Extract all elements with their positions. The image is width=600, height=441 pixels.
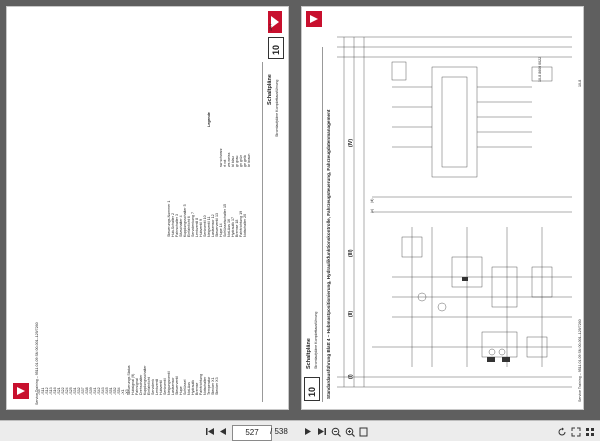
previous-page-icon[interactable] bbox=[218, 426, 228, 437]
chapter-subtitle: Stromlaufpläne Komplettausführung bbox=[314, 311, 318, 369]
first-page-icon[interactable] bbox=[205, 426, 215, 437]
document-page-right: 10 Schaltpläne Stromlaufpläne Komplettau… bbox=[301, 6, 584, 410]
section-label-4: (IV) bbox=[348, 138, 354, 147]
chapter-number: 10 bbox=[307, 386, 317, 397]
page-footer-text: Service Training – 9511.01.09 SN 00-001–… bbox=[35, 322, 39, 405]
rotate-icon[interactable] bbox=[556, 426, 567, 437]
diagram-title: Standardausführung Blatt 4 – Hubmastposi… bbox=[326, 109, 331, 399]
page-number-input[interactable] bbox=[232, 425, 272, 441]
page-total: 538 bbox=[274, 427, 288, 436]
header-rule bbox=[262, 62, 263, 402]
page-footer-text: Service Training – 9511.01.09 SN 00-001–… bbox=[578, 319, 582, 402]
grid-view-icon[interactable] bbox=[584, 426, 595, 437]
header-rule bbox=[322, 47, 323, 402]
document-page-left: 10 Schaltpläne Stromlaufpläne Komplettau… bbox=[6, 6, 289, 410]
fullscreen-icon[interactable] bbox=[570, 426, 581, 437]
chapter-title: Schaltpläne bbox=[306, 338, 312, 369]
last-page-icon[interactable] bbox=[316, 426, 326, 437]
document-viewer: 10 Schaltpläne Stromlaufpläne Komplettau… bbox=[0, 0, 600, 420]
viewer-toolbar: / 538 bbox=[0, 420, 600, 441]
legend-items: sw schwarz rt rot ws weiss bl blau gr grau gn… bbox=[219, 148, 251, 167]
list-col1-text: -S5 -S11 -S12 -S13 -S16 -S21 -S22 -S24 -S25 -S31-… bbox=[37, 387, 129, 395]
label-list-col1: -S5 -S11 -S12 -S13 -S16 -S21 -S22 -S24 -S25 -S31-… bbox=[37, 387, 129, 395]
section-label-3: (III) bbox=[348, 249, 354, 258]
label-list-col3: Steuerungs-Nummer 1 Hub-Schalter 2 Fahrsch… bbox=[167, 201, 247, 237]
page-number: 10-7 bbox=[269, 23, 273, 31]
list-item: Stecker X3 bbox=[215, 377, 219, 395]
zoom-in-icon[interactable] bbox=[344, 426, 355, 437]
section-label-1: (I) bbox=[348, 374, 354, 379]
next-page-icon[interactable] bbox=[303, 426, 313, 437]
list-col2-text: Steuerungs Status Hubsignal (9) Fahrsignal… bbox=[127, 365, 219, 395]
footer-logo bbox=[13, 383, 29, 399]
chapter-subtitle: Stromlaufpläne Komplettausführung bbox=[275, 79, 279, 137]
page-number: 10-8 bbox=[578, 79, 582, 87]
chapter-box: 10 bbox=[304, 377, 320, 401]
chapter-number: 10 bbox=[271, 44, 281, 55]
legend-title: Legende bbox=[207, 112, 211, 127]
label-list-col2: Steuerungs Status Hubsignal (9) Fahrsignal… bbox=[127, 365, 219, 395]
chapter-box: 10 bbox=[268, 37, 284, 59]
doc-code: 10-8 8600 0022 bbox=[538, 56, 542, 82]
list-item: Notschalter 20 bbox=[243, 213, 247, 237]
zoom-out-icon[interactable] bbox=[330, 426, 341, 437]
list-item: br braun bbox=[247, 153, 251, 167]
page-separator: / bbox=[270, 427, 273, 436]
legend: Legende bbox=[207, 112, 211, 127]
section-label-c: (c) bbox=[370, 208, 374, 213]
list-col3-text: Steuerungs-Nummer 1 Hub-Schalter 2 Fahrsch… bbox=[167, 201, 247, 237]
wiring-schematic bbox=[337, 36, 572, 388]
section-label-2: (II) bbox=[348, 310, 354, 317]
page-total-label: / 538 bbox=[270, 425, 288, 438]
section-label-d: (d) bbox=[370, 198, 374, 203]
brand-logo bbox=[306, 11, 322, 27]
chapter-title: Schaltpläne bbox=[267, 74, 273, 105]
legend-text: sw schwarz rt rot ws weiss bl blau gr grau gn… bbox=[219, 148, 251, 167]
fit-page-icon[interactable] bbox=[358, 426, 369, 437]
